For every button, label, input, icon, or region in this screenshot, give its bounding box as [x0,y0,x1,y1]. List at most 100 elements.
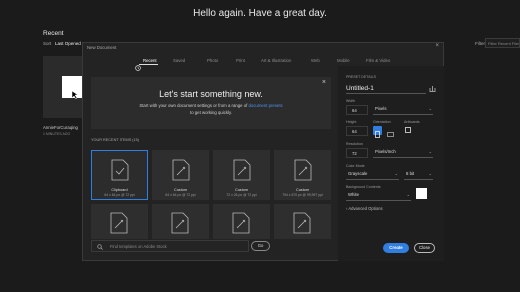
artboards-checkbox[interactable] [405,127,411,133]
tab-art-illustration[interactable]: Art & Illustration [261,58,291,63]
height-label: Height [346,120,357,124]
document-brush-icon [233,159,251,181]
name-underline [346,93,426,94]
resolution-unit: Pixels/Inch [375,149,396,154]
new-document-dialog: New Document × Recent Saved Photo Print … [82,42,444,261]
document-brush-icon [232,212,250,234]
tile-name: Custom [173,188,188,192]
chevron-down-icon: ⌄ [428,171,432,176]
chevron-down-icon: ⌄ [428,106,432,111]
sort-dropdown[interactable]: Last Opened [55,41,81,46]
color-mode-value: Grayscale [348,171,368,176]
welcome-panel: × Let's start something new. Start with … [91,77,331,129]
recent-file-name[interactable]: AnnieForCuraqing [43,125,78,130]
tile-size: 64 x 64 px @ 72 ppi [165,193,196,197]
tile-size: 72 x 26 px @ 72 ppi [226,193,257,197]
document-brush-icon [171,212,189,234]
recent-item-tile[interactable] [91,204,148,239]
search-icon [97,244,103,250]
recent-item-tile[interactable]: Custom 72 x 26 px @ 72 ppi [213,150,270,200]
tile-size: 794 x 670 px @ 99,997 ppi [282,193,323,197]
create-button[interactable]: Create [383,243,409,253]
advanced-options-label: Advanced Options [348,206,383,211]
filter-input[interactable]: Filter Recent Files [485,38,520,48]
tab-web[interactable]: Web [311,58,320,63]
recent-item-tile[interactable]: Custom 64 x 64 px @ 72 ppi [152,150,209,200]
recent-item-tile[interactable] [213,204,270,239]
filter-label: Filter [475,41,485,46]
document-brush-icon [294,159,312,181]
recent-item-tile[interactable] [152,204,209,239]
tab-saved[interactable]: Saved [173,58,185,63]
tab-bar: Recent Saved Photo Print Art & Illustrat… [83,55,390,66]
advanced-options-toggle[interactable]: › Advanced Options [346,206,383,211]
tab-film-video[interactable]: Film & Video [366,58,390,63]
tab-recent[interactable]: Recent [143,58,157,63]
width-unit-dropdown[interactable]: Pixels ⌄ [373,106,433,115]
document-presets-link[interactable]: document presets [249,103,283,108]
width-unit: Pixels [375,106,387,111]
go-button[interactable]: Go [251,241,270,251]
width-label: Width [346,99,356,103]
resolution-value: 72 [352,151,357,156]
document-name-field[interactable]: Untitled-1 [346,85,374,92]
color-mode-dropdown[interactable]: Grayscale ⌄ [346,171,399,180]
landscape-orientation-button[interactable] [386,126,395,137]
stock-search-input[interactable]: Find templates on Adobe Stock [91,240,249,252]
width-input[interactable]: 64 [346,105,368,115]
recent-item-tile[interactable]: Custom 794 x 670 px @ 99,997 ppi [274,150,331,200]
document-check-icon [111,159,129,181]
close-icon[interactable]: × [322,79,326,86]
height-value: 64 [352,129,357,134]
background-color-swatch[interactable] [416,188,427,199]
resolution-label: Resolution [346,142,363,146]
bit-depth-dropdown[interactable]: 8 bit ⌄ [404,171,433,180]
preset-details-panel: PRESET DETAILS Untitled-1 Width 64 Pixel… [338,66,444,261]
greeting-text: Hello again. Have a great day. [193,8,327,19]
chevron-down-icon: ⌄ [406,192,410,197]
background-contents-dropdown[interactable]: White ⌄ [346,192,411,201]
welcome-text-line1: Start with your own document settings or… [139,103,249,108]
document-brush-icon [293,212,311,234]
tile-name: Custom [295,188,310,192]
welcome-title: Let's start something new. [159,89,263,99]
clock-icon [135,58,141,76]
bit-depth-value: 8 bit [406,171,415,176]
portrait-icon [375,131,380,138]
recent-item-tile[interactable] [274,204,331,239]
tile-name: Custom [234,188,249,192]
active-tab-indicator [139,64,158,66]
recent-items-label: YOUR RECENT ITEMS (15) [91,138,140,142]
orientation-label: Orientation [373,120,391,124]
close-button[interactable]: Close [414,243,435,253]
recent-heading: Recent [43,30,64,37]
search-placeholder: Find templates on Adobe Stock [110,244,167,249]
tab-mobile[interactable]: Mobile [337,58,350,63]
close-icon[interactable]: × [435,43,439,49]
width-value: 64 [352,108,357,113]
welcome-text-line2: to get working quickly. [190,110,232,115]
artboards-label: Artboards [404,120,420,124]
resolution-input[interactable]: 72 [346,148,368,158]
tile-name: Clipboard [111,188,128,192]
preset-details-label: PRESET DETAILS [346,75,377,79]
resolution-unit-dropdown[interactable]: Pixels/Inch ⌄ [373,149,433,158]
tile-size: 64 x 64 px @ 72 ppi [104,193,135,197]
chevron-down-icon: ⌄ [428,149,432,154]
welcome-text: Start with your own document settings or… [91,103,331,108]
background-contents-label: Background Contents [346,185,381,189]
chevron-down-icon: ⌄ [394,171,398,176]
portrait-orientation-button[interactable] [373,126,382,138]
save-preset-icon[interactable] [429,85,436,92]
dialog-title: New Document [87,45,117,50]
tab-print[interactable]: Print [236,58,245,63]
color-mode-label: Color Mode [346,164,365,168]
sort-label: Sort [43,41,52,46]
tab-photo[interactable]: Photo [207,58,218,63]
document-brush-icon [110,212,128,234]
cursor-icon [71,86,79,104]
recent-item-tile[interactable]: Clipboard 64 x 64 px @ 72 ppi [91,150,148,200]
landscape-icon [387,132,394,137]
height-input[interactable]: 64 [346,126,368,136]
recent-file-time: 1 MINUTES AGO [43,132,71,136]
